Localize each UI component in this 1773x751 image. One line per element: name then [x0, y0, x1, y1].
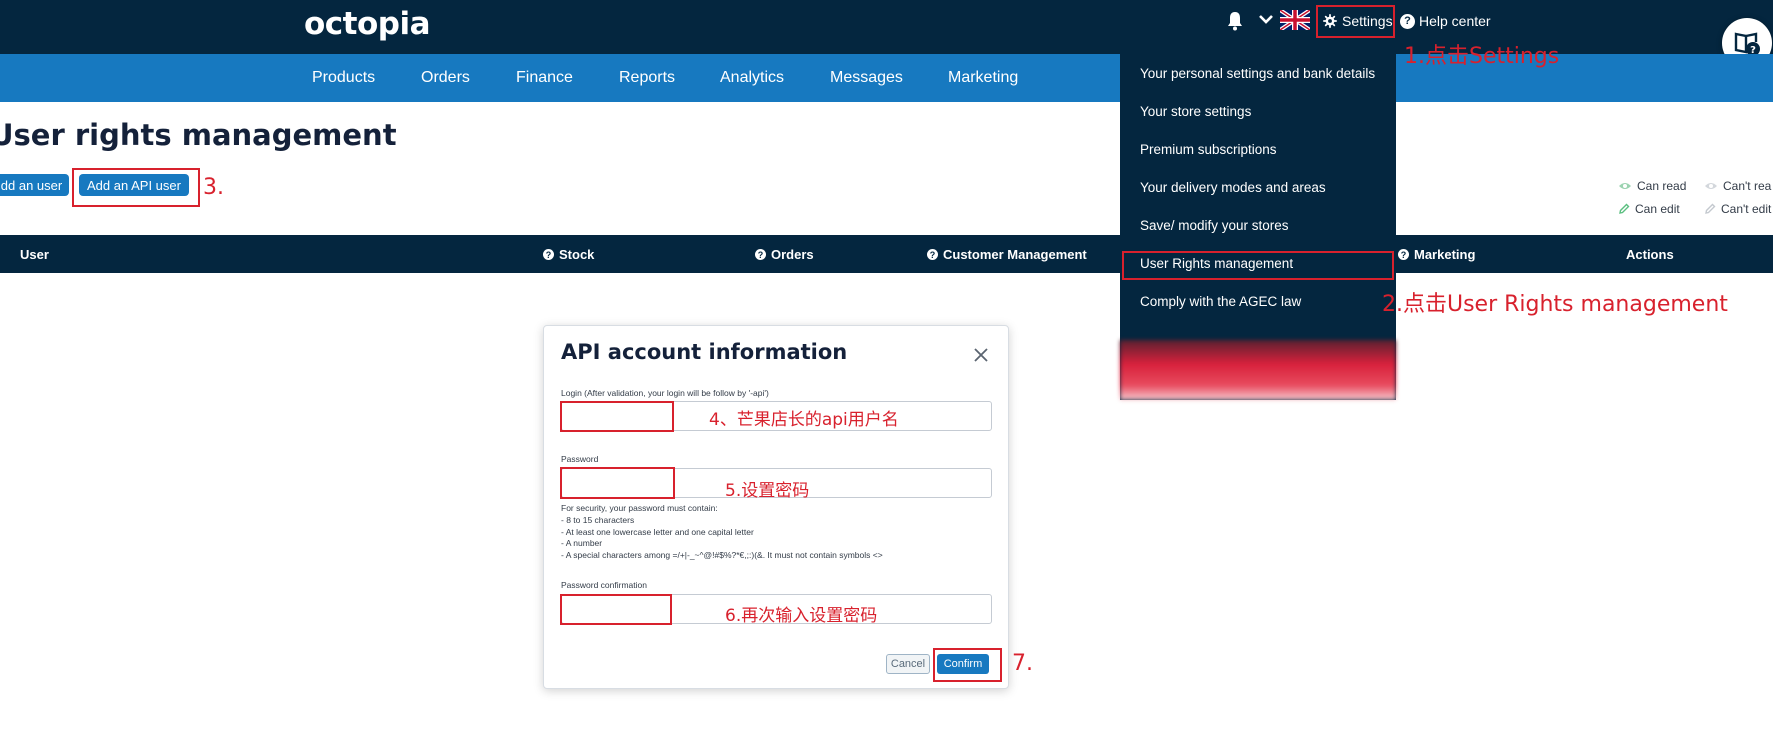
legend-can-read: Can read	[1618, 179, 1686, 193]
col-user-label: User	[20, 247, 49, 262]
close-icon[interactable]	[974, 348, 988, 362]
col-customer-management-label: Customer Management	[943, 247, 1087, 262]
annotation-step5: 5.设置密码	[725, 481, 810, 501]
annotation-box-confirm	[933, 648, 1002, 682]
annotation-box-settings	[1316, 5, 1395, 38]
eye-off-icon	[1705, 183, 1717, 189]
password-rule-line: - 8 to 15 characters	[561, 514, 635, 525]
question-icon[interactable]: ?	[543, 249, 554, 260]
question-icon[interactable]: ?	[755, 249, 766, 260]
api-account-modal: API account information Login (After val…	[543, 325, 1009, 689]
bell-icon[interactable]	[1226, 10, 1244, 32]
legend-can-edit: Can edit	[1618, 202, 1680, 216]
annotation-box-password-confirmation	[560, 594, 672, 625]
menu-item-premium-subscriptions[interactable]: Premium subscriptions	[1140, 142, 1277, 157]
password-rule-line: - At least one lowercase letter and one …	[561, 526, 754, 537]
col-marketing-label: Marketing	[1414, 247, 1476, 262]
question-icon: ?	[1400, 13, 1415, 29]
modal-title: API account information	[561, 340, 848, 364]
password-rules: For security, your password must contain…	[561, 503, 883, 562]
nav-messages[interactable]: Messages	[830, 69, 903, 87]
chevron-down-icon[interactable]	[1259, 14, 1273, 24]
col-orders: ? Orders	[755, 247, 814, 262]
col-customer-management: ? Customer Management	[927, 247, 1087, 262]
help-center-link[interactable]: ? Help center	[1400, 6, 1491, 36]
octopia-logo[interactable]: octopia	[304, 6, 431, 42]
pencil-icon	[1619, 203, 1630, 214]
settings-dropdown-menu: Your personal settings and bank details …	[1120, 54, 1396, 400]
nav-reports[interactable]: Reports	[619, 69, 675, 87]
page-title: User rights management	[0, 118, 397, 152]
pencil-off-icon	[1705, 203, 1716, 214]
annotation-box-login	[560, 401, 674, 432]
annotation-step7: 7.	[1012, 651, 1033, 676]
help-center-label: Help center	[1419, 13, 1491, 29]
eye-icon	[1619, 183, 1631, 189]
password-label: Password	[561, 454, 599, 464]
menu-item-store-settings[interactable]: Your store settings	[1140, 104, 1251, 119]
col-stock-label: Stock	[559, 247, 595, 262]
annotation-step2: 2.点击User Rights management	[1382, 292, 1728, 317]
menu-item-save-modify-stores[interactable]: Save/ modify your stores	[1140, 218, 1289, 233]
legend-can-read-label: Can read	[1637, 179, 1687, 193]
col-orders-label: Orders	[771, 247, 814, 262]
login-label: Login (After validation, your login will…	[561, 388, 769, 398]
col-actions-label: Actions	[1626, 247, 1674, 262]
password-rule-line: For security, your password must contain…	[561, 503, 718, 513]
legend-cant-edit-label: Can't edit	[1721, 202, 1772, 216]
menu-item-personal-settings[interactable]: Your personal settings and bank details	[1140, 66, 1375, 81]
password-confirmation-label: Password confirmation	[561, 580, 647, 590]
password-rule-line: - A special characters among =/+|-_~^@!#…	[561, 550, 883, 561]
nav-orders[interactable]: Orders	[421, 69, 470, 87]
annotation-step1: 1.点击Settings	[1404, 44, 1560, 69]
rights-table-header: User ? Stock ? Orders ? Customer Managem…	[0, 235, 1773, 273]
password-rule-line: - A number	[561, 538, 603, 549]
add-user-button[interactable]: dd an user	[0, 174, 69, 196]
legend-cant-read-label: Can't rea	[1723, 179, 1772, 193]
menu-item-agec-law[interactable]: Comply with the AGEC law	[1140, 294, 1301, 309]
blurred-menu-area	[1120, 340, 1396, 400]
legend-cant-edit: Can't edit	[1704, 202, 1771, 216]
annotation-box-user-rights	[1122, 251, 1394, 280]
annotation-box-password	[560, 467, 675, 499]
nav-marketing[interactable]: Marketing	[948, 69, 1018, 87]
menu-item-delivery-modes[interactable]: Your delivery modes and areas	[1140, 180, 1326, 195]
col-marketing: ? Marketing	[1398, 247, 1475, 262]
annotation-step6: 6.再次输入设置密码	[725, 606, 878, 626]
annotation-box-add-api-user	[72, 168, 200, 207]
legend-can-edit-label: Can edit	[1635, 202, 1680, 216]
annotation-step4: 4、芒果店长的api用户名	[709, 410, 899, 430]
legend-cant-read: Can't rea	[1704, 179, 1771, 193]
uk-flag-icon[interactable]	[1280, 10, 1310, 30]
col-user: User	[20, 247, 49, 262]
nav-products[interactable]: Products	[312, 69, 375, 87]
question-icon[interactable]: ?	[927, 249, 938, 260]
nav-finance[interactable]: Finance	[516, 69, 573, 87]
cancel-button[interactable]: Cancel	[886, 654, 930, 674]
annotation-step3: 3.	[203, 175, 224, 200]
col-actions: Actions	[1626, 247, 1674, 262]
col-stock: ? Stock	[543, 247, 594, 262]
nav-analytics[interactable]: Analytics	[720, 69, 784, 87]
question-icon[interactable]: ?	[1398, 249, 1409, 260]
